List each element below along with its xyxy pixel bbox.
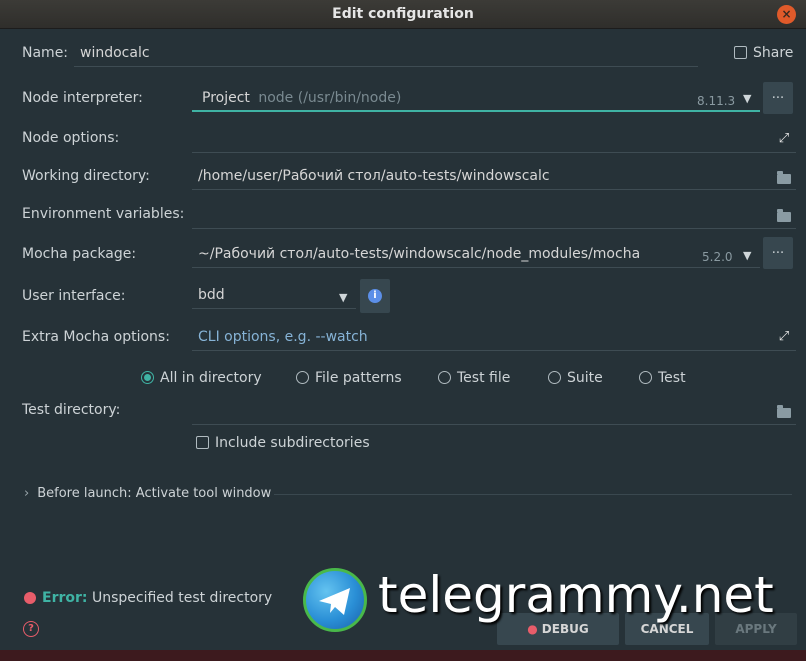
watermark-text: telegrammy.net: [378, 566, 774, 624]
before-launch-label: Before launch: Activate tool window: [37, 486, 272, 501]
include-subdirectories-box[interactable]: [196, 436, 209, 449]
help-icon[interactable]: ?: [23, 621, 39, 637]
share-checkbox[interactable]: Share: [734, 45, 793, 61]
name-input[interactable]: windocalc: [74, 41, 698, 67]
expand-icon[interactable]: ⤢: [777, 330, 791, 344]
close-icon: ×: [781, 7, 792, 21]
user-interface-select[interactable]: bdd: [192, 283, 356, 309]
test-directory-label: Test directory:: [22, 402, 121, 418]
chevron-down-icon[interactable]: ▼: [743, 249, 751, 262]
node-options-input[interactable]: [192, 127, 796, 153]
telegram-logo: [303, 568, 367, 632]
radio-label: Test: [658, 370, 686, 386]
radio-label: All in directory: [160, 370, 262, 386]
extra-mocha-options-label: Extra Mocha options:: [22, 329, 170, 345]
window-title: Edit configuration: [332, 6, 474, 22]
info-button[interactable]: i: [360, 279, 390, 313]
error-message: Error: Unspecified test directory: [42, 590, 272, 606]
app-root: Edit configuration × Name: windocalc Sha…: [0, 0, 806, 661]
include-subdirectories-checkbox[interactable]: Include subdirectories: [196, 435, 370, 451]
radio-test-file[interactable]: Test file: [438, 370, 510, 386]
separator: [274, 494, 792, 495]
browse-mocha-button[interactable]: ...: [763, 237, 793, 269]
node-interpreter-project: Project: [202, 90, 250, 106]
radio-all-in-directory[interactable]: All in directory: [141, 370, 262, 386]
mocha-package-version: 5.2.0: [702, 250, 733, 264]
radio-suite[interactable]: Suite: [548, 370, 603, 386]
node-interpreter-version: 8.11.3: [697, 94, 736, 108]
bottom-strip: [0, 650, 806, 661]
bug-icon: ●: [527, 622, 538, 636]
radio-circle: [548, 371, 561, 384]
radio-circle: [438, 371, 451, 384]
node-interpreter-select[interactable]: Project node (/usr/bin/node): [192, 86, 760, 112]
node-options-label: Node options:: [22, 130, 120, 146]
extra-mocha-options-input[interactable]: CLI options, e.g. --watch: [192, 325, 796, 351]
node-interpreter-label: Node interpreter:: [22, 90, 143, 106]
close-window-button[interactable]: ×: [777, 5, 796, 24]
folder-icon[interactable]: [777, 209, 791, 222]
radio-label: File patterns: [315, 370, 402, 386]
radio-circle: [639, 371, 652, 384]
environment-variables-label: Environment variables:: [22, 206, 185, 222]
error-text: Unspecified test directory: [91, 590, 273, 606]
error-prefix: Error:: [42, 590, 88, 606]
radio-label: Test file: [457, 370, 511, 386]
share-checkbox-box[interactable]: [734, 46, 747, 59]
bug-icon: [24, 592, 36, 604]
radio-file-patterns[interactable]: File patterns: [296, 370, 402, 386]
radio-circle: [141, 371, 154, 384]
name-label: Name:: [22, 45, 69, 61]
mocha-package-label: Mocha package:: [22, 246, 137, 262]
chevron-right-icon: ›: [24, 486, 30, 501]
window-titlebar: Edit configuration ×: [0, 0, 806, 29]
user-interface-label: User interface:: [22, 288, 126, 304]
expand-icon[interactable]: ⤢: [777, 132, 791, 146]
include-subdirectories-label: Include subdirectories: [215, 435, 370, 451]
before-launch-toggle[interactable]: › Before launch: Activate tool window: [24, 486, 271, 501]
node-interpreter-path: node (/usr/bin/node): [258, 90, 402, 106]
chevron-down-icon[interactable]: ▼: [743, 92, 751, 105]
folder-icon[interactable]: [777, 171, 791, 184]
chevron-down-icon[interactable]: ▼: [339, 291, 347, 304]
working-directory-input[interactable]: /home/user/Рабочий стол/auto-tests/windo…: [192, 164, 796, 190]
folder-icon[interactable]: [777, 405, 791, 418]
test-directory-input[interactable]: [192, 399, 796, 425]
share-label: Share: [753, 45, 794, 61]
browse-interpreter-button[interactable]: ...: [763, 82, 793, 114]
radio-circle: [296, 371, 309, 384]
radio-label: Suite: [567, 370, 603, 386]
paper-plane-icon: [319, 588, 350, 615]
working-directory-label: Working directory:: [22, 168, 150, 184]
mocha-package-select[interactable]: ~/Рабочий стол/auto-tests/windowscalc/no…: [192, 242, 760, 268]
environment-variables-input[interactable]: [192, 203, 796, 229]
debug-label: DEBUG: [541, 622, 589, 636]
radio-test[interactable]: Test: [639, 370, 686, 386]
info-icon: i: [368, 289, 382, 303]
